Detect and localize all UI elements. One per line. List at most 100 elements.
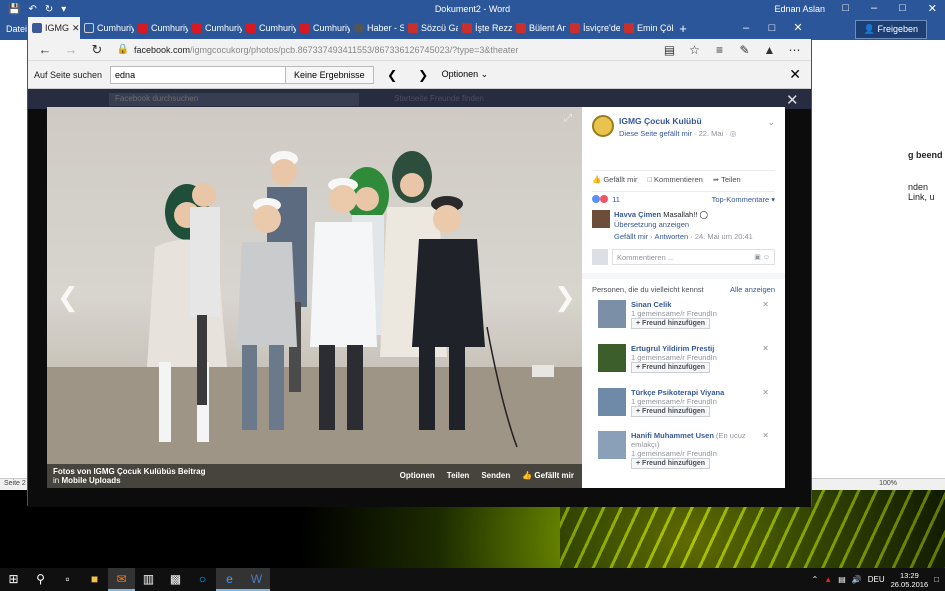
- person-name[interactable]: Türkçe Psikoterapi Viyana: [631, 388, 761, 397]
- close-icon[interactable]: ✕: [928, 2, 937, 15]
- person-name[interactable]: Sinan Celik: [631, 300, 761, 309]
- more-icon[interactable]: ⋯: [782, 43, 807, 57]
- commenter-avatar[interactable]: [592, 210, 610, 228]
- theater-close-icon[interactable]: ✕: [786, 91, 799, 109]
- post-menu-chevron-icon[interactable]: ⌄: [767, 117, 775, 128]
- outlook-icon[interactable]: ✉: [108, 568, 135, 591]
- file-explorer-icon[interactable]: ■: [81, 568, 108, 591]
- person-avatar[interactable]: [598, 344, 626, 372]
- skype-icon[interactable]: ○: [189, 568, 216, 591]
- tab-8[interactable]: İşte Rezza: [458, 17, 512, 39]
- top-comments-dropdown[interactable]: Top-Kommentare ▾: [712, 195, 775, 204]
- find-options-button[interactable]: Optionen ⌄: [442, 69, 489, 80]
- post-date[interactable]: · 22. Mai ·: [692, 129, 730, 138]
- tab-close-icon[interactable]: ✕: [72, 23, 80, 34]
- comment-action[interactable]: □ Kommentieren: [648, 175, 703, 184]
- back-icon[interactable]: ←: [32, 42, 58, 57]
- tab-2[interactable]: Cumhuriy: [134, 17, 188, 39]
- tab-6[interactable]: Haber - S: [350, 17, 404, 39]
- new-tab-icon[interactable]: +: [674, 17, 692, 39]
- tab-3[interactable]: Cumhuriy: [188, 17, 242, 39]
- photo-options-button[interactable]: Optionen: [400, 471, 435, 480]
- add-friend-button[interactable]: + Freund hinzufügen: [631, 318, 711, 329]
- comment-input[interactable]: Kommentieren ... ▣ ☺: [612, 249, 775, 265]
- dismiss-icon[interactable]: ✕: [762, 388, 769, 397]
- web-note-icon[interactable]: ✎: [732, 43, 757, 57]
- mutual-friends[interactable]: 1 gemeinsame/r FreundIn: [631, 309, 717, 318]
- theater-photo[interactable]: ⤢ ❮ ❯ Fotos von IGMG Çocuk Kulübüs Beitr…: [47, 107, 582, 488]
- tab-11[interactable]: Emin Çöla: [620, 17, 674, 39]
- refresh-icon[interactable]: ↻: [84, 42, 110, 58]
- album-link[interactable]: Mobile Uploads: [61, 476, 120, 485]
- page-name[interactable]: IGMG Çocuk Kulübü: [619, 116, 702, 126]
- clock[interactable]: 13:29 26.05.2016: [891, 571, 929, 589]
- find-close-icon[interactable]: ✕: [789, 66, 805, 83]
- close-icon[interactable]: ✕: [785, 17, 811, 39]
- photo-send-button[interactable]: Senden: [481, 471, 510, 480]
- hub-icon[interactable]: ≡: [707, 43, 732, 57]
- tab-10[interactable]: İsviçre'de: [566, 17, 620, 39]
- pymk-see-all-link[interactable]: Alle anzeigen: [730, 285, 775, 294]
- add-friend-button[interactable]: + Freund hinzufügen: [631, 362, 711, 373]
- mutual-friends[interactable]: 1 gemeinsame/r FreundIn: [631, 397, 717, 406]
- comment-reply-link[interactable]: Antworten: [654, 232, 688, 241]
- share-action[interactable]: ➦ Teilen: [713, 175, 741, 184]
- comment-date[interactable]: · 24. Mai um 20:41: [688, 232, 753, 241]
- camera-emoji-icons[interactable]: ▣ ☺: [754, 253, 770, 261]
- forward-icon[interactable]: →: [58, 42, 84, 57]
- reaction-count[interactable]: 11: [612, 195, 620, 204]
- photo-like-button[interactable]: 👍 Gefällt mir: [522, 471, 574, 480]
- like-page-link[interactable]: Diese Seite gefällt mir: [619, 129, 692, 138]
- volume-icon[interactable]: 🔊: [852, 575, 862, 584]
- word-icon[interactable]: W: [243, 568, 270, 591]
- ribbon-display-icon[interactable]: □: [842, 2, 849, 15]
- like-action[interactable]: 👍 Gefällt mir: [592, 175, 638, 184]
- comment-like-link[interactable]: Gefällt mir: [614, 232, 648, 241]
- tab-9[interactable]: Bülent An: [512, 17, 566, 39]
- keyboard-language[interactable]: DEU: [868, 575, 885, 584]
- address-input[interactable]: facebook.com/igmgcocukorg/photos/pcb.867…: [130, 45, 657, 55]
- notifications-icon[interactable]: □: [934, 575, 939, 584]
- tab-7[interactable]: Sözcü Ga: [404, 17, 458, 39]
- translate-link[interactable]: Übersetzung anzeigen: [614, 220, 753, 229]
- facebook-search[interactable]: Facebook durchsuchen: [109, 93, 359, 106]
- share-icon[interactable]: ▲: [757, 43, 782, 57]
- add-friend-button[interactable]: + Freund hinzufügen: [631, 406, 711, 417]
- fullscreen-icon[interactable]: ⤢: [564, 113, 572, 124]
- comment-author[interactable]: Havva Çimen: [614, 210, 661, 219]
- favorites-star-icon[interactable]: ☆: [682, 43, 707, 57]
- person-avatar[interactable]: [598, 431, 626, 459]
- minimize-icon[interactable]: –: [733, 17, 759, 39]
- reading-view-icon[interactable]: ▤: [657, 43, 682, 57]
- find-input[interactable]: [110, 65, 287, 84]
- find-previous-icon[interactable]: ❮: [380, 68, 405, 82]
- mutual-friends[interactable]: 1 gemeinsame/r FreundIn: [631, 353, 717, 362]
- file-tab[interactable]: Datei: [6, 24, 27, 34]
- acrobat-icon[interactable]: ▲: [824, 575, 832, 584]
- edge-icon[interactable]: e: [216, 568, 243, 591]
- show-hidden-icons-icon[interactable]: ⌃: [812, 575, 819, 584]
- person-avatar[interactable]: [598, 388, 626, 416]
- dismiss-icon[interactable]: ✕: [762, 344, 769, 353]
- person-name[interactable]: Ertugrul Yildirim Prestij: [631, 344, 761, 353]
- tab-4[interactable]: Cumhuriy: [242, 17, 296, 39]
- maximize-icon[interactable]: □: [759, 17, 785, 39]
- photo-share-button[interactable]: Teilen: [447, 471, 470, 480]
- network-icon[interactable]: ▤: [838, 575, 846, 584]
- find-next-icon[interactable]: ❯: [411, 68, 436, 82]
- store-icon[interactable]: ▥: [135, 568, 162, 591]
- maximize-icon[interactable]: □: [899, 2, 906, 15]
- tab-0[interactable]: IGMG ✕: [28, 17, 80, 39]
- mutual-friends[interactable]: 1 gemeinsame/r FreundIn: [631, 449, 717, 458]
- search-icon[interactable]: ⚲: [27, 568, 54, 591]
- share-button[interactable]: 👤 Freigeben: [854, 20, 927, 39]
- person-name[interactable]: Hanifi Muhammet Usen (En ucuz emlakçı): [631, 431, 761, 449]
- tab-1[interactable]: Cumhuriy: [80, 17, 134, 39]
- page-avatar[interactable]: [592, 115, 614, 137]
- next-photo-icon[interactable]: ❯: [554, 282, 576, 313]
- dismiss-icon[interactable]: ✕: [762, 300, 769, 309]
- previous-photo-icon[interactable]: ❮: [57, 282, 79, 313]
- task-view-icon[interactable]: ▫: [54, 568, 81, 591]
- media-app-icon[interactable]: ▩: [162, 568, 189, 591]
- dismiss-icon[interactable]: ✕: [762, 431, 769, 440]
